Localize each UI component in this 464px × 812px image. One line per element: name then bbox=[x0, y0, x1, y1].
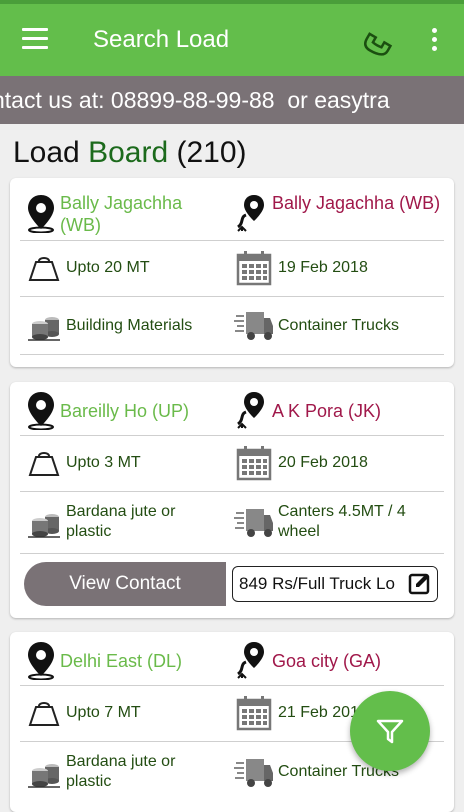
route-row: Bareilly Ho (UP) A K Pora (JK) bbox=[20, 382, 444, 436]
app-bar: Search Load bbox=[0, 4, 464, 76]
from-location: Bareilly Ho (UP) bbox=[60, 401, 190, 421]
truck-label: Canters 4.5MT / 4 wheel bbox=[278, 503, 406, 540]
page-title: Search Load bbox=[93, 26, 230, 53]
phone-icon[interactable] bbox=[360, 24, 396, 60]
price-value: 849 Rs/Full Truck Lo bbox=[239, 574, 395, 593]
material-icon bbox=[26, 310, 62, 342]
truck-label: Container Trucks bbox=[278, 763, 399, 780]
to-location: Bally Jagachha (WB) bbox=[272, 193, 441, 213]
title-count: (210) bbox=[168, 136, 247, 169]
to-location: A K Pora (JK) bbox=[272, 401, 382, 421]
material-icon bbox=[26, 757, 62, 789]
weight-date-row: Upto 20 MT 19 Feb 2018 bbox=[20, 240, 444, 297]
filter-icon bbox=[376, 719, 404, 744]
truck-label: Container Trucks bbox=[278, 317, 399, 334]
from-location: Bally Jagachha (WB) bbox=[60, 193, 183, 235]
calendar-icon bbox=[236, 695, 272, 731]
destination-pin-icon bbox=[234, 640, 268, 680]
destination-pin-icon bbox=[234, 390, 268, 430]
from-location: Delhi East (DL) bbox=[60, 651, 183, 671]
load-card[interactable]: Bareilly Ho (UP) A K Pora (JK) Upto 3 MT… bbox=[10, 382, 454, 618]
menu-icon[interactable] bbox=[22, 28, 48, 50]
marquee-text: ntact us at: 08899-88-99-88 or easytra bbox=[0, 87, 390, 113]
to-location: Goa city (GA) bbox=[272, 651, 382, 671]
calendar-icon bbox=[236, 250, 272, 286]
location-pin-icon bbox=[24, 390, 58, 430]
filter-button[interactable] bbox=[350, 691, 430, 771]
load-board-title: Load Board (210) bbox=[13, 136, 247, 170]
calendar-icon bbox=[236, 445, 272, 481]
weight-label: Upto 20 MT bbox=[66, 259, 150, 276]
date-label: 19 Feb 2018 bbox=[278, 259, 368, 276]
material-truck-row: Building Materials Container Trucks bbox=[20, 296, 444, 355]
more-vert-icon[interactable] bbox=[430, 28, 438, 54]
weight-icon bbox=[28, 447, 60, 479]
weight-date-row: Upto 3 MT 20 Feb 2018 bbox=[20, 435, 444, 492]
weight-icon bbox=[28, 252, 60, 284]
route-row: Bally Jagachha (WB) Bally Jagachha (WB) bbox=[20, 178, 444, 241]
contact-row: View Contact 849 Rs/Full Truck Lo bbox=[10, 554, 454, 614]
weight-icon bbox=[28, 697, 60, 729]
truck-icon bbox=[234, 308, 274, 344]
material-label: Bardana jute or plastic bbox=[66, 753, 176, 790]
truck-icon bbox=[234, 505, 274, 541]
destination-pin-icon bbox=[234, 193, 268, 233]
route-row: Delhi East (DL) Goa city (GA) bbox=[20, 632, 444, 686]
title-board: Board bbox=[88, 136, 169, 169]
edit-icon[interactable] bbox=[401, 567, 437, 601]
view-contact-button[interactable]: View Contact bbox=[24, 562, 226, 606]
material-label: Building Materials bbox=[66, 317, 193, 334]
load-card[interactable]: Bally Jagachha (WB) Bally Jagachha (WB) … bbox=[10, 178, 454, 367]
location-pin-icon bbox=[24, 640, 58, 680]
material-icon bbox=[26, 507, 62, 539]
date-label: 20 Feb 2018 bbox=[278, 454, 368, 471]
truck-icon bbox=[234, 755, 274, 791]
location-pin-icon bbox=[24, 193, 58, 233]
material-truck-row: Bardana jute or plastic Canters 4.5MT / … bbox=[20, 491, 444, 554]
price-field[interactable]: 849 Rs/Full Truck Lo bbox=[232, 566, 438, 602]
weight-label: Upto 3 MT bbox=[66, 454, 141, 471]
contact-marquee: ntact us at: 08899-88-99-88 or easytra bbox=[0, 76, 464, 124]
material-label: Bardana jute or plastic bbox=[66, 503, 176, 540]
title-load: Load bbox=[13, 136, 89, 169]
weight-label: Upto 7 MT bbox=[66, 704, 141, 721]
